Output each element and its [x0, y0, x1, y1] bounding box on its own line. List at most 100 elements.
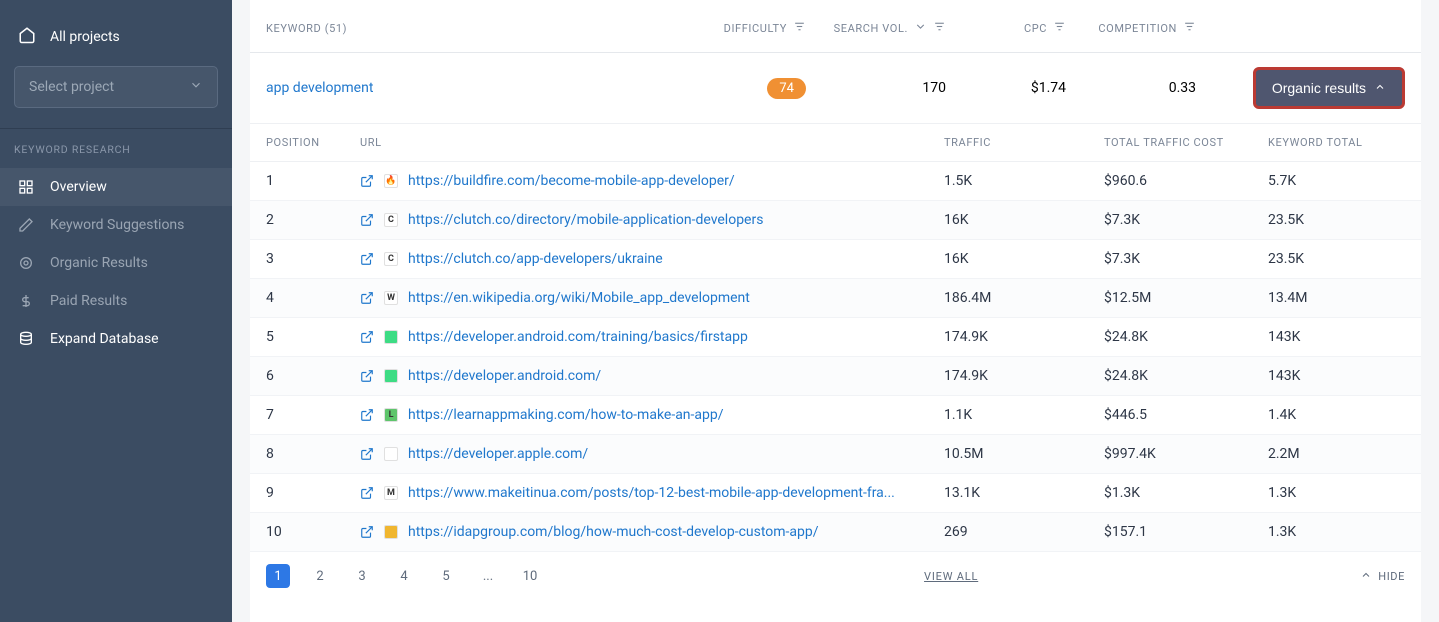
all-projects-link[interactable]: All projects: [0, 18, 232, 66]
sidebar-item-label: Paid Results: [50, 293, 214, 309]
traffic-cost-cell: $157.1: [1104, 524, 1268, 540]
sidebar-item-expand-database[interactable]: Expand Database: [0, 320, 232, 358]
organic-results-button[interactable]: Organic results: [1253, 67, 1405, 109]
table-row: 7 L https://learnappmaking.com/how-to-ma…: [250, 396, 1421, 435]
hide-button[interactable]: HIDE: [1360, 569, 1405, 584]
page-button[interactable]: 2: [308, 564, 332, 588]
sub-header: POSITION URL TRAFFIC TOTAL TRAFFIC COST …: [250, 124, 1421, 162]
table-row: 5 https://developer.android.com/training…: [250, 318, 1421, 357]
page-button[interactable]: 1: [266, 564, 290, 588]
external-link-icon[interactable]: [360, 486, 374, 500]
col-competition[interactable]: COMPETITION: [1066, 20, 1196, 36]
view-all-link[interactable]: VIEW ALL: [924, 570, 978, 583]
result-url-link[interactable]: https://developer.android.com/training/b…: [408, 329, 748, 345]
external-link-icon[interactable]: [360, 447, 374, 461]
traffic-cell: 174.9K: [944, 368, 1104, 384]
traffic-cell: 16K: [944, 251, 1104, 267]
external-link-icon[interactable]: [360, 174, 374, 188]
favicon: 🔥: [384, 174, 398, 188]
result-url-link[interactable]: https://buildfire.com/become-mobile-app-…: [408, 173, 735, 189]
external-link-icon[interactable]: [360, 291, 374, 305]
sidebar-item-label: Overview: [50, 179, 214, 195]
filter-icon: [933, 20, 946, 36]
table-row: 9 M https://www.makeitinua.com/posts/top…: [250, 474, 1421, 513]
chevron-up-icon: [1360, 569, 1372, 584]
sidebar-item-label: Keyword Suggestions: [50, 217, 214, 233]
keyword-summary-row: app development 74 170 $1.74 0.33 Organi…: [250, 53, 1421, 124]
pages: 12345... 10: [266, 564, 542, 588]
page-button[interactable]: 3: [350, 564, 374, 588]
traffic-cost-cell: $7.3K: [1104, 212, 1268, 228]
page-button[interactable]: 4: [392, 564, 416, 588]
cpc-cell: $1.74: [946, 80, 1066, 96]
external-link-icon[interactable]: [360, 213, 374, 227]
url-cell: C https://clutch.co/app-developers/ukrai…: [360, 251, 944, 267]
sidebar-item-organic-results[interactable]: Organic Results: [0, 244, 232, 282]
dollar-icon: [18, 293, 34, 309]
page-button[interactable]: ...: [476, 564, 500, 588]
traffic-cell: 269: [944, 524, 1104, 540]
position-cell: 6: [266, 368, 360, 384]
position-cell: 4: [266, 290, 360, 306]
traffic-cell: 10.5M: [944, 446, 1104, 462]
result-url-link[interactable]: https://clutch.co/directory/mobile-appli…: [408, 212, 763, 228]
traffic-cell: 13.1K: [944, 485, 1104, 501]
url-cell: C https://clutch.co/directory/mobile-app…: [360, 212, 944, 228]
favicon: L: [384, 408, 398, 422]
sidebar-item-overview[interactable]: Overview: [0, 168, 232, 206]
result-url-link[interactable]: https://idapgroup.com/blog/how-much-cost…: [408, 524, 819, 540]
grid-icon: [18, 179, 34, 195]
section-title: KEYWORD RESEARCH: [0, 143, 232, 168]
all-projects-label: All projects: [50, 29, 120, 45]
table-row: 10 https://idapgroup.com/blog/how-much-c…: [250, 513, 1421, 552]
external-link-icon[interactable]: [360, 408, 374, 422]
table-row: 6 https://developer.android.com/ 174.9K …: [250, 357, 1421, 396]
favicon: W: [384, 291, 398, 305]
traffic-cell: 1.5K: [944, 173, 1104, 189]
keyword-link[interactable]: app development: [266, 80, 666, 96]
chevron-down-icon: [189, 78, 203, 96]
sidebar: All projects Select project KEYWORD RESE…: [0, 0, 232, 622]
external-link-icon[interactable]: [360, 330, 374, 344]
col-keyword-total: KEYWORD TOTAL: [1268, 136, 1405, 149]
col-cpc[interactable]: CPC: [946, 20, 1066, 36]
traffic-cost-cell: $997.4K: [1104, 446, 1268, 462]
keyword-total-cell: 1.3K: [1268, 524, 1405, 540]
pagination: 12345... 10 VIEW ALL HIDE: [250, 552, 1421, 600]
traffic-cost-cell: $12.5M: [1104, 290, 1268, 306]
table-row: 2 C https://clutch.co/directory/mobile-a…: [250, 201, 1421, 240]
traffic-cell: 174.9K: [944, 329, 1104, 345]
page-button[interactable]: 5: [434, 564, 458, 588]
difficulty-cell: 74: [666, 78, 806, 99]
col-search-vol[interactable]: SEARCH VOL.: [806, 20, 946, 36]
traffic-cost-cell: $24.8K: [1104, 329, 1268, 345]
external-link-icon[interactable]: [360, 252, 374, 266]
external-link-icon[interactable]: [360, 369, 374, 383]
col-traffic-cost: TOTAL TRAFFIC COST: [1104, 136, 1268, 149]
col-difficulty[interactable]: DIFFICULTY: [666, 20, 806, 36]
page-button[interactable]: 10: [518, 564, 542, 588]
col-url: URL: [360, 136, 944, 149]
keyword-total-cell: 5.7K: [1268, 173, 1405, 189]
traffic-cell: 1.1K: [944, 407, 1104, 423]
result-url-link[interactable]: https://developer.apple.com/: [408, 446, 588, 462]
external-link-icon[interactable]: [360, 525, 374, 539]
url-cell: W https://en.wikipedia.org/wiki/Mobile_a…: [360, 290, 944, 306]
select-project-placeholder: Select project: [29, 79, 114, 95]
col-keyword[interactable]: KEYWORD (51): [266, 22, 666, 35]
result-url-link[interactable]: https://developer.android.com/: [408, 368, 601, 384]
result-url-link[interactable]: https://learnappmaking.com/how-to-make-a…: [408, 407, 724, 423]
select-project-dropdown[interactable]: Select project: [14, 66, 218, 108]
keyword-total-cell: 23.5K: [1268, 251, 1405, 267]
url-cell: https://developer.apple.com/: [360, 446, 944, 462]
traffic-cost-cell: $1.3K: [1104, 485, 1268, 501]
keyword-total-cell: 13.4M: [1268, 290, 1405, 306]
result-url-link[interactable]: https://en.wikipedia.org/wiki/Mobile_app…: [408, 290, 750, 306]
position-cell: 1: [266, 173, 360, 189]
result-url-link[interactable]: https://clutch.co/app-developers/ukraine: [408, 251, 663, 267]
table-row: 1 🔥 https://buildfire.com/become-mobile-…: [250, 162, 1421, 201]
sidebar-item-keyword-suggestions[interactable]: Keyword Suggestions: [0, 206, 232, 244]
sidebar-item-paid-results[interactable]: Paid Results: [0, 282, 232, 320]
result-url-link[interactable]: https://www.makeitinua.com/posts/top-12-…: [408, 485, 895, 501]
chevron-up-icon: [1374, 80, 1386, 96]
